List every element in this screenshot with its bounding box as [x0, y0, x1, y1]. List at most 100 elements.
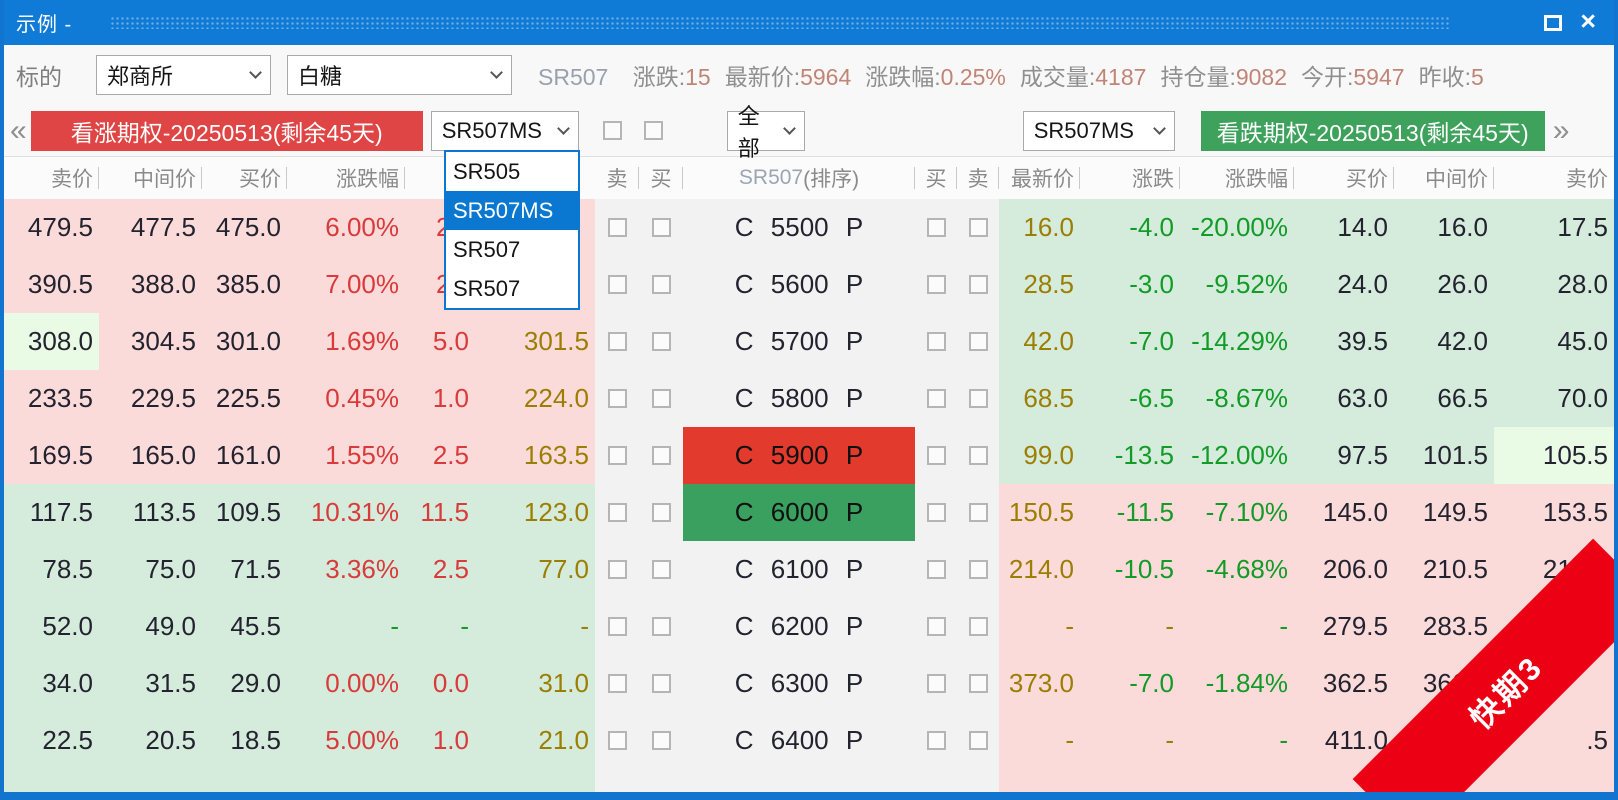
call-sell-checkbox[interactable]	[607, 731, 627, 750]
call-sell-checkbox[interactable]	[607, 446, 627, 465]
put-change-pct: -	[1180, 598, 1294, 655]
put-buy-checkbox[interactable]	[926, 332, 946, 351]
call-sell-checkbox-cell	[595, 598, 639, 655]
call-sell-price: 117.5	[4, 484, 99, 541]
call-sell-checkbox[interactable]	[607, 332, 627, 351]
call-buy-checkbox[interactable]	[651, 674, 671, 693]
strike-cell: C 6200 P	[683, 598, 915, 655]
put-sell-checkbox[interactable]	[968, 218, 988, 237]
put-sell-price: 28.0	[1494, 256, 1614, 313]
put-buy-checkbox[interactable]	[926, 446, 946, 465]
put-sell-price: 45.0	[1494, 313, 1614, 370]
call-buy-checkbox-cell	[639, 484, 683, 541]
header-call-action-sell: 卖	[595, 157, 639, 199]
call-sell-checkbox[interactable]	[607, 617, 627, 636]
double-chevron-left-icon[interactable]: «	[10, 115, 27, 146]
call-sell-checkbox[interactable]	[607, 503, 627, 522]
call-sell-checkbox[interactable]	[607, 389, 627, 408]
put-sell-checkbox[interactable]	[968, 731, 988, 750]
close-icon[interactable]: ×	[1580, 7, 1596, 35]
call-sell-price: 479.5	[4, 199, 99, 256]
option-row: 78.5 75.0 71.5 3.36% 2.5 77.0 C 6100 P 214.0 -10…	[4, 541, 1614, 598]
put-buy-checkbox[interactable]	[926, 731, 946, 750]
call-series-select[interactable]: SR507MS	[430, 110, 579, 151]
toolbar-checkbox[interactable]	[643, 121, 663, 140]
put-sell-checkbox-cell	[957, 598, 999, 655]
put-mid-price: 283.5	[1394, 598, 1494, 655]
call-buy-checkbox[interactable]	[651, 446, 671, 465]
strike-filter-select[interactable]: 全部	[726, 104, 805, 161]
call-buy-checkbox-cell	[639, 370, 683, 427]
call-buy-price: 385.0	[202, 256, 287, 313]
chevron-down-icon	[556, 121, 570, 135]
put-buy-checkbox-cell	[915, 313, 957, 370]
put-mid-price: 101.5	[1394, 427, 1494, 484]
call-buy-checkbox-cell	[639, 598, 683, 655]
call-mid-price: 229.5	[99, 370, 202, 427]
series-option[interactable]: SR505	[446, 152, 578, 191]
put-buy-checkbox[interactable]	[926, 674, 946, 693]
call-sell-checkbox-cell	[595, 484, 639, 541]
product-select[interactable]: 白糖	[287, 55, 512, 95]
put-sell-checkbox[interactable]	[968, 674, 988, 693]
put-sell-checkbox[interactable]	[968, 446, 988, 465]
put-sell-checkbox[interactable]	[968, 617, 988, 636]
call-sell-checkbox[interactable]	[607, 674, 627, 693]
put-buy-checkbox[interactable]	[926, 389, 946, 408]
put-buy-checkbox[interactable]	[926, 560, 946, 579]
put-buy-checkbox[interactable]	[926, 275, 946, 294]
put-last-price: 99.0	[999, 427, 1080, 484]
put-sell-checkbox[interactable]	[968, 560, 988, 579]
put-last-price: 373.0	[999, 655, 1080, 712]
call-buy-checkbox[interactable]	[651, 731, 671, 750]
quote-field-label: 涨跌:	[632, 64, 686, 90]
put-sell-checkbox[interactable]	[968, 389, 988, 408]
put-change-pct: -14.29%	[1180, 313, 1294, 370]
call-change: 0.0	[405, 655, 475, 712]
series-option[interactable]: SR507	[446, 230, 578, 269]
put-change: -3.0	[1080, 256, 1180, 313]
call-sell-checkbox-cell	[595, 541, 639, 598]
put-buy-checkbox[interactable]	[926, 503, 946, 522]
put-sell-checkbox[interactable]	[968, 503, 988, 522]
strike-header-suffix: (排序)	[803, 168, 860, 191]
header-put-chgpct: 涨跌幅	[1180, 157, 1294, 199]
put-sell-checkbox[interactable]	[968, 332, 988, 351]
put-series-select[interactable]: SR507MS	[1022, 110, 1175, 151]
call-sell-checkbox-cell	[595, 370, 639, 427]
call-sell-checkbox[interactable]	[607, 275, 627, 294]
call-sell-checkbox-cell	[595, 313, 639, 370]
double-chevron-right-icon[interactable]: »	[1553, 115, 1570, 146]
call-buy-checkbox[interactable]	[651, 332, 671, 351]
put-sell-checkbox-cell	[957, 427, 999, 484]
call-sell-checkbox[interactable]	[607, 560, 627, 579]
call-last-price: 123.0	[475, 484, 595, 541]
strike-cell: C 5900 P	[683, 427, 915, 484]
toolbar-checkbox[interactable]	[602, 121, 622, 140]
call-buy-checkbox[interactable]	[651, 617, 671, 636]
series-option[interactable]: SR507	[446, 269, 578, 308]
put-sell-checkbox[interactable]	[968, 275, 988, 294]
call-sell-price: 78.5	[4, 541, 99, 598]
call-buy-checkbox-cell	[639, 313, 683, 370]
call-buy-checkbox[interactable]	[651, 560, 671, 579]
call-sell-checkbox[interactable]	[607, 218, 627, 237]
series-dropdown-list: SR505 SR507MS SR507 SR507	[444, 150, 580, 310]
series-option[interactable]: SR507MS	[446, 191, 578, 230]
option-row: 390.5388.0385.07.00%2C 5600 P28.5-3.0-9.…	[4, 256, 1614, 313]
call-buy-checkbox[interactable]	[651, 389, 671, 408]
call-buy-price: 18.5	[202, 712, 287, 769]
put-buy-checkbox[interactable]	[926, 218, 946, 237]
call-buy-checkbox[interactable]	[651, 275, 671, 294]
call-buy-checkbox[interactable]	[651, 503, 671, 522]
exchange-select[interactable]: 郑商所	[96, 55, 271, 95]
call-buy-checkbox-cell	[639, 199, 683, 256]
call-change-pct: 1.69%	[287, 313, 405, 370]
call-buy-checkbox-cell	[639, 712, 683, 769]
quote-field-value: 4187	[1095, 64, 1147, 90]
call-buy-checkbox[interactable]	[651, 218, 671, 237]
put-buy-checkbox-cell	[915, 598, 957, 655]
chevron-down-icon	[249, 66, 262, 79]
put-buy-checkbox[interactable]	[926, 617, 946, 636]
maximize-icon[interactable]	[1544, 14, 1563, 31]
